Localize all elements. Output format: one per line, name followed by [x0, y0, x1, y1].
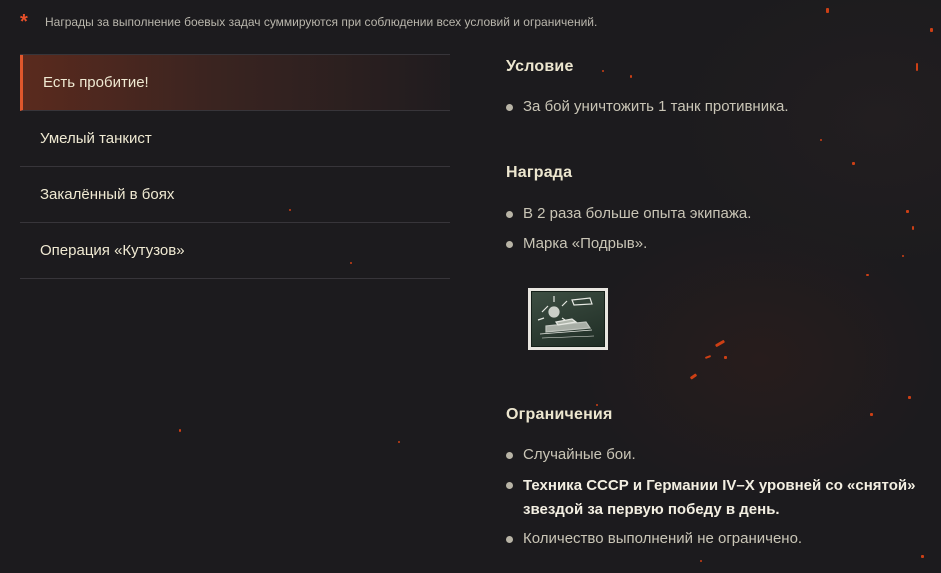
restriction-item-text: Техника СССР и Германии IV–X уровней со …: [523, 477, 916, 518]
stamp-artwork: [531, 291, 605, 347]
list-item: Техника СССР и Германии IV–X уровней со …: [506, 474, 926, 522]
bullet-icon: [506, 211, 513, 218]
list-item: В 2 раза больше опыта экипажа.: [506, 203, 751, 225]
spark: [724, 356, 727, 359]
restriction-item-text: Случайные бои.: [523, 446, 636, 463]
tab-label: Операция «Кутузов»: [40, 242, 185, 259]
spark: [602, 70, 604, 72]
list-item: За бой уничтожить 1 танк противника.: [506, 96, 789, 118]
spark: [902, 255, 904, 257]
spark: [689, 373, 698, 380]
spark: [906, 210, 909, 213]
spark: [179, 429, 181, 432]
reward-item-text: В 2 раза больше опыта экипажа.: [523, 205, 752, 222]
mission-tabs: Есть пробитие! Умелый танкист Закалённый…: [20, 54, 450, 279]
spark: [912, 226, 914, 230]
podryv-stamp-image: [528, 288, 608, 350]
tab-umelyi-tankist[interactable]: Умелый танкист: [20, 111, 450, 167]
reward-list: В 2 раза больше опыта экипажа. Марка «По…: [506, 203, 751, 263]
condition-item-text: За бой уничтожить 1 танк противника.: [523, 98, 789, 115]
restriction-item-text: Количество выполнений не ограничено.: [523, 530, 803, 547]
bullet-icon: [506, 536, 513, 543]
spark: [852, 162, 855, 165]
asterisk-icon: *: [20, 11, 28, 33]
tab-label: Умелый танкист: [40, 130, 152, 147]
tab-operatsiya-kutuzov[interactable]: Операция «Кутузов»: [20, 223, 450, 279]
rewards-note: * Награды за выполнение боевых задач сум…: [20, 12, 597, 32]
spark: [820, 139, 822, 141]
tab-label: Закалённый в боях: [40, 186, 175, 203]
condition-list: За бой уничтожить 1 танк противника.: [506, 96, 789, 126]
spark: [630, 75, 632, 78]
condition-title: Условие: [506, 58, 574, 75]
spark: [908, 396, 911, 399]
restrictions-title: Ограничения: [506, 406, 613, 423]
bullet-icon: [506, 482, 513, 489]
bullet-icon: [506, 452, 513, 459]
bullet-icon: [506, 241, 513, 248]
list-item: Количество выполнений не ограничено.: [506, 528, 926, 550]
list-item: Марка «Подрыв».: [506, 233, 751, 255]
spark: [826, 8, 829, 13]
reward-title: Награда: [506, 164, 573, 181]
tab-zakalennyi-v-boyakh[interactable]: Закалённый в боях: [20, 167, 450, 223]
spark: [704, 355, 712, 359]
list-item: Случайные бои.: [506, 444, 926, 466]
tab-est-probitie[interactable]: Есть пробитие!: [20, 55, 450, 111]
spark: [916, 63, 918, 71]
spark: [870, 413, 873, 416]
bullet-icon: [506, 104, 513, 111]
spark: [398, 441, 400, 443]
spark: [930, 28, 933, 32]
rewards-note-text: Награды за выполнение боевых задач сумми…: [45, 15, 598, 29]
spark: [866, 274, 869, 276]
reward-item-text: Марка «Подрыв».: [523, 235, 648, 252]
spark: [714, 339, 726, 348]
tab-label: Есть пробитие!: [43, 74, 149, 91]
tank-explosion-icon: [537, 296, 595, 339]
restrictions-list: Случайные бои. Техника СССР и Германии I…: [506, 444, 926, 558]
spark: [700, 560, 702, 562]
